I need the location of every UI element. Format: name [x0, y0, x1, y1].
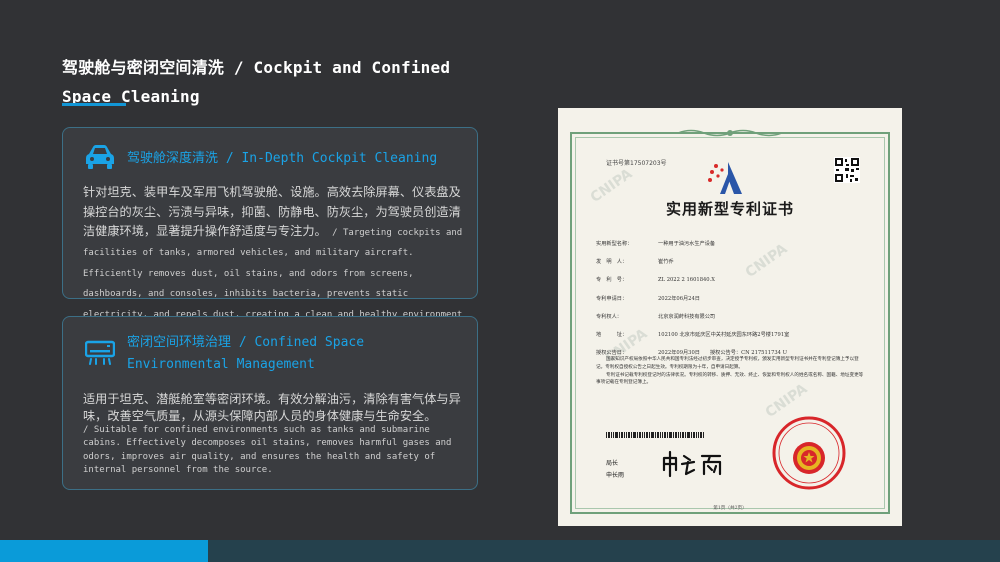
qr-code-icon: [834, 157, 860, 183]
director-name: 申长雨: [606, 472, 625, 479]
field-label: 专利权人：: [596, 313, 622, 320]
certificate-title: 实用新型专利证书: [665, 200, 794, 218]
card-heading: 密闭空间环境治理 / Confined Space Environmental …: [127, 335, 365, 372]
barcode-icon: [606, 432, 704, 438]
certificate-number: 证书号第17507203号: [606, 160, 667, 167]
national-emblem-icon: [793, 442, 825, 474]
director-title: 局长: [606, 460, 619, 467]
field-value: 一种用于油污水生产设备: [658, 240, 716, 247]
field-label: 实用新型名称：: [596, 240, 633, 247]
card-heading: 驾驶舱深度清洗 / In-Depth Cockpit Cleaning: [127, 151, 438, 166]
certificate-field: 专利权人： 北京京润莳科技有限公司: [596, 307, 866, 325]
cnipa-logo-icon: [708, 162, 742, 194]
field-value: 102100 北京市延庆区中关村延庆园东环路2号楼1791室: [658, 332, 790, 339]
certificate-field: 专 利 号： ZL 2022 2 1601840.X: [596, 271, 866, 289]
air-conditioner-icon: [85, 340, 115, 365]
certificate-field: 地 址： 102100 北京市延庆区中关村延庆园东环路2号楼1791室: [596, 325, 866, 343]
card-description-cn: 适用于坦克、潜艇舱室等密闭环境。有效分解油污，清除有害气体与异味，改善空气质量，…: [83, 392, 461, 423]
certificate-fields: 实用新型名称： 一种用于油污水生产设备 发 明 人： 崔竹乔 专 利 号： ZL…: [596, 234, 866, 362]
certificate-field: 实用新型名称： 一种用于油污水生产设备: [596, 234, 866, 252]
certificate-statement: 国家知识产权局依照中华人民共和国专利法经过初步审查，决定授予专利权，颁发实用新型…: [596, 356, 866, 387]
field-value: 2022年06月24日: [658, 295, 700, 302]
ornament-icon: [678, 129, 782, 137]
card-cockpit-cleaning: 驾驶舱深度清洗 / In-Depth Cockpit Cleaning 针对坦克…: [62, 127, 478, 360]
page-title: 驾驶舱与密闭空间清洗 / Cockpit and Confined Space …: [62, 58, 451, 106]
bottom-accent-bar: [0, 540, 208, 562]
card-confined-space: 密闭空间环境治理 / Confined Space Environmental …: [62, 316, 478, 490]
car-icon: [86, 145, 114, 169]
card-description: 适用于坦克、潜艇舱室等密闭环境。有效分解油污，清除有害气体与异味，改善空气质量，…: [83, 391, 463, 478]
certificate-field: 专利申请日： 2022年06月24日: [596, 289, 866, 307]
field-label: 地 址：: [596, 332, 628, 339]
title-underline: [62, 103, 126, 106]
field-value: 崔竹乔: [658, 258, 674, 265]
field-label: 专利申请日：: [596, 295, 628, 302]
statement-paragraph: 专利证书记载专利权登记时的法律状况。专利权的转移、质押、无效、终止、恢复和专利权…: [596, 372, 864, 386]
field-value: ZL 2022 2 1601840.X: [658, 276, 715, 283]
statement-paragraph: 国家知识产权局依照中华人民共和国专利法经过初步审查，决定授予专利权，颁发实用新型…: [596, 357, 859, 370]
field-label: 发 明 人：: [596, 258, 628, 265]
card-description-en: / Suitable for confined environments suc…: [83, 425, 452, 476]
handwritten-signature: [662, 450, 722, 478]
patent-certificate-image: CNIPA CNIPA CNIPA CNIPA 证书号第17507203号 实用…: [558, 108, 902, 526]
field-label: 专 利 号：: [596, 277, 628, 284]
field-value: 北京京润莳科技有限公司: [658, 313, 716, 320]
page-number: 第1页（共2页）: [713, 506, 747, 511]
certificate-field: 发 明 人： 崔竹乔: [596, 252, 866, 270]
signature-labels: 局长 申长雨: [606, 458, 624, 482]
